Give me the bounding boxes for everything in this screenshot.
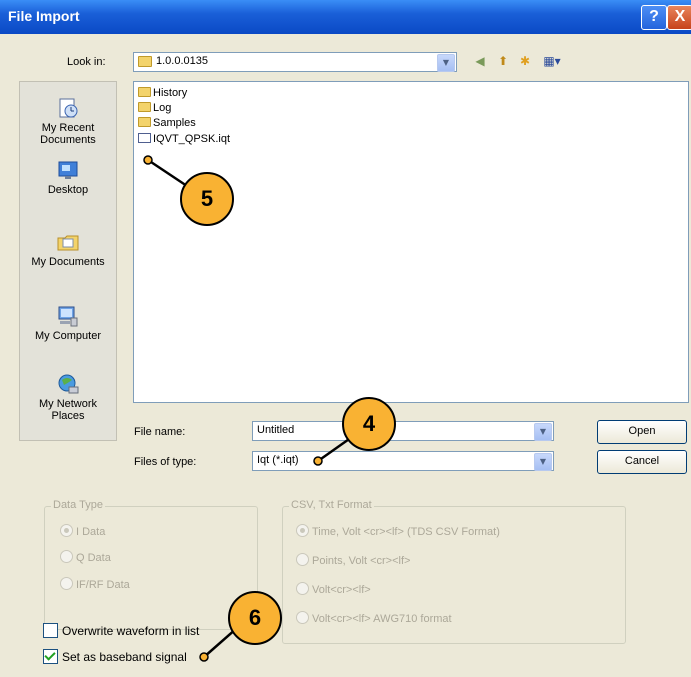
callout-5: 5 — [180, 172, 234, 226]
callout-4: 4 — [342, 397, 396, 451]
callout-leaders — [143, 155, 353, 662]
file-import-dialog: File Import ? X Look in: 1.0.0.0135 ▼ ◀ … — [0, 0, 691, 677]
callout-6: 6 — [228, 591, 282, 645]
callout-6-tip — [199, 652, 209, 662]
callout-4-tip — [313, 456, 323, 466]
callout-5-tip — [143, 155, 153, 165]
callout-5-leader — [147, 158, 188, 188]
